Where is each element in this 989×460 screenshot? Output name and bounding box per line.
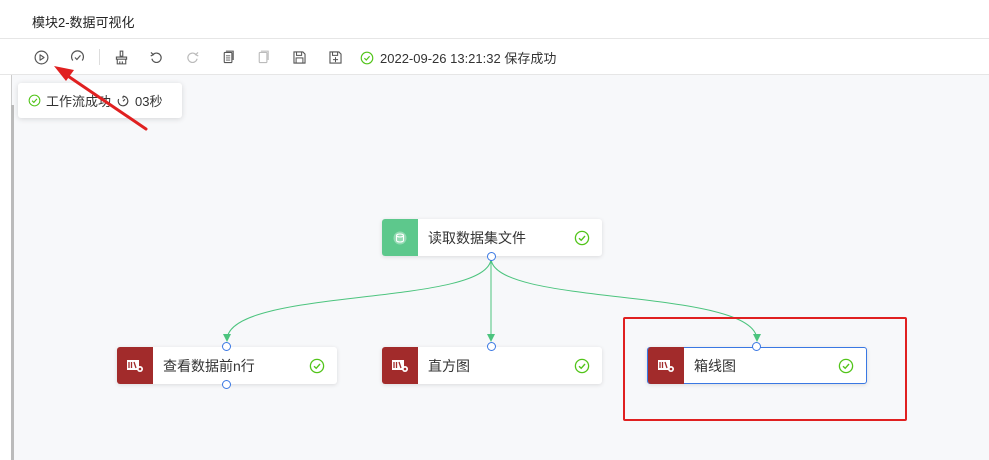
redo-icon (186, 51, 199, 63)
node-view-head[interactable]: 查看数据前n行 (117, 347, 337, 384)
success-check-icon (574, 358, 590, 373)
script-icon (127, 359, 143, 372)
run-duration-text: 03秒 (135, 94, 163, 109)
save-as-icon (328, 50, 342, 64)
check-circle-icon (28, 94, 41, 107)
save-icon (292, 50, 306, 64)
run-status-text: 工作流成功 (46, 94, 112, 109)
node-histogram[interactable]: 直方图 (382, 347, 602, 384)
arrowhead-icon (223, 334, 231, 342)
save-status: 2022-09-26 13:21:32 保存成功 (360, 48, 556, 67)
title-bar: 模块2-数据可视化 (0, 0, 989, 39)
undo-button[interactable] (145, 46, 167, 68)
input-port[interactable] (487, 342, 496, 351)
timer-icon (117, 95, 129, 106)
save-as-button[interactable] (324, 46, 346, 68)
edge-to-head-node (226, 257, 492, 341)
success-check-icon (309, 358, 325, 373)
redo-button[interactable] (181, 46, 203, 68)
save-button[interactable] (288, 46, 310, 68)
run-button[interactable] (30, 46, 52, 68)
node-read-dataset[interactable]: 读取数据集文件 (382, 219, 602, 256)
check-circle-icon (360, 51, 374, 64)
input-port[interactable] (222, 342, 231, 351)
script-badge (117, 347, 153, 384)
undo-icon (149, 51, 162, 63)
arrowhead-icon (487, 334, 495, 342)
run-result-popup: 工作流成功 03秒 (18, 83, 182, 118)
save-status-text: 2022-09-26 13:21:32 保存成功 (380, 51, 557, 66)
output-port[interactable] (222, 380, 231, 389)
annotation-highlight-box (623, 317, 907, 421)
toolbar-divider (99, 49, 100, 65)
database-icon (393, 231, 407, 244)
output-port[interactable] (487, 252, 496, 261)
script-icon (392, 359, 408, 372)
node-label: 读取数据集文件 (428, 229, 526, 246)
success-check-icon (574, 230, 590, 245)
copy-button[interactable] (217, 46, 239, 68)
node-label: 查看数据前n行 (163, 357, 255, 374)
clear-button[interactable] (110, 46, 132, 68)
dataset-badge (382, 219, 418, 256)
toolbar: 2022-09-26 13:21:32 保存成功 (0, 39, 989, 75)
script-badge (382, 347, 418, 384)
paste-button[interactable] (252, 46, 274, 68)
node-label: 直方图 (428, 357, 470, 374)
window-title: 模块2-数据可视化 (32, 15, 135, 30)
clear-icon (115, 50, 127, 64)
copy-icon (223, 50, 234, 63)
run-icon (34, 50, 48, 64)
run-check-button[interactable] (66, 46, 88, 68)
paste-icon (258, 50, 269, 63)
run-check-icon (70, 49, 84, 61)
